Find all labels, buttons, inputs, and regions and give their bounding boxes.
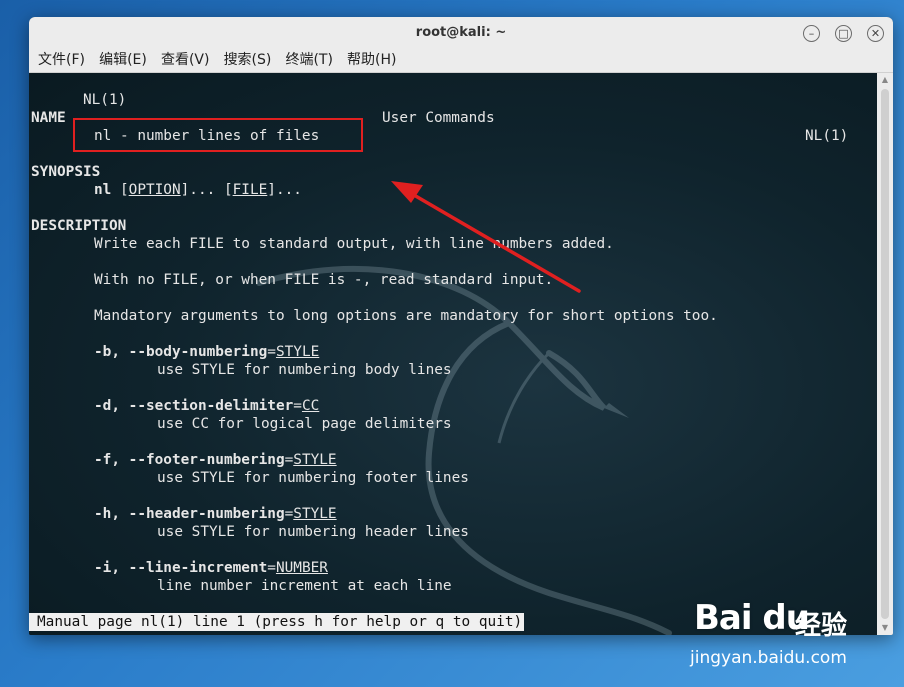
maximize-button[interactable]: □ [835, 25, 852, 42]
vertical-scrollbar[interactable]: ▲ ▼ [877, 73, 893, 635]
title-bar[interactable]: root@kali: ~ – □ ✕ [29, 17, 893, 48]
window-title: root@kali: ~ [415, 25, 507, 40]
terminal-output[interactable]: NL(1) User Commands NL(1) NAME nl - numb… [29, 73, 877, 635]
scrollbar-thumb[interactable] [881, 89, 889, 619]
watermark-brand: Bai du [694, 598, 810, 638]
menu-terminal[interactable]: 终端(T) [285, 48, 332, 72]
menu-bar: 文件(F) 编辑(E) 查看(V) 搜索(S) 终端(T) 帮助(H) [29, 48, 893, 73]
menu-file[interactable]: 文件(F) [38, 48, 85, 72]
annotation-arrow-icon [391, 181, 581, 293]
watermark-sub: 经验 [795, 611, 848, 641]
menu-edit[interactable]: 编辑(E) [99, 48, 147, 72]
menu-help[interactable]: 帮助(H) [347, 48, 396, 72]
terminal-window: root@kali: ~ – □ ✕ 文件(F) 编辑(E) 查看(V) 搜索(… [29, 17, 893, 635]
close-button[interactable]: ✕ [867, 25, 884, 42]
baidu-jingyan-watermark: Bai du 经验 jingyan.baidu.com [690, 588, 895, 678]
scroll-up-arrow-icon[interactable]: ▲ [877, 73, 893, 87]
minimize-button[interactable]: – [803, 25, 820, 42]
menu-search[interactable]: 搜索(S) [224, 48, 272, 72]
watermark-url: jingyan.baidu.com [690, 648, 847, 668]
menu-view[interactable]: 查看(V) [161, 48, 210, 72]
